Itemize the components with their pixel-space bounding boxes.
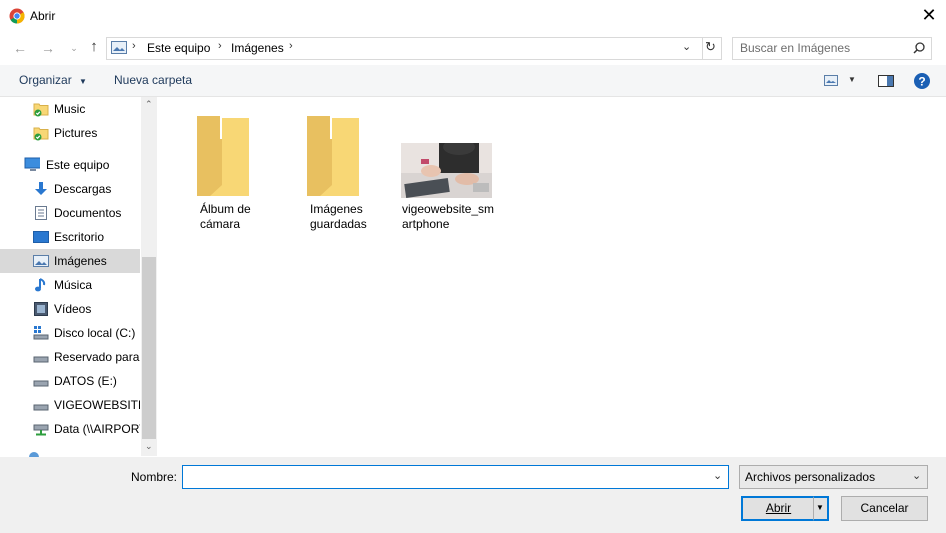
sidebar-item-documentos[interactable]: Documentos: [0, 201, 140, 225]
sidebar-item-label: Escritorio: [54, 230, 105, 244]
chevron-down-icon: ⌄: [912, 470, 922, 482]
cancel-button-label: Cancelar: [860, 501, 909, 515]
caret-down-icon: ▼: [79, 77, 87, 86]
scroll-up-icon[interactable]: ⌃: [145, 99, 153, 110]
sidebar-item-music[interactable]: Music: [0, 97, 140, 121]
file-type-select[interactable]: Archivos personalizados ⌄: [739, 465, 928, 489]
sidebar-item-label: DATOS (E:): [54, 374, 117, 388]
title-bar: Abrir ✕: [0, 0, 946, 32]
file-item-imagenes-guardadas[interactable]: Imágenes guardadas: [300, 110, 380, 238]
folder-synced-icon: [33, 127, 49, 141]
file-item-vigeowebsite-smartphone[interactable]: vigeowebsite_sm artphone: [398, 140, 498, 238]
pictures-location-icon: [111, 41, 127, 54]
divider: [702, 38, 703, 59]
recent-locations-icon[interactable]: ⌄: [66, 40, 82, 56]
sidebar-item-data-airport[interactable]: Data (\\AIRPORT): [0, 417, 140, 441]
sidebar-item-label: Descargas: [54, 182, 112, 196]
sidebar-item-disco-local[interactable]: Disco local (C:): [0, 321, 140, 345]
command-bar: Organizar ▼ Nueva carpeta ▼ ?: [0, 65, 946, 97]
window-title: Abrir: [30, 9, 56, 23]
sidebar-item-label: Pictures: [54, 126, 98, 140]
filename-input[interactable]: ⌄: [182, 465, 729, 489]
sidebar-item-label: Vídeos: [54, 302, 92, 316]
scroll-down-icon[interactable]: ⌄: [145, 441, 153, 452]
download-icon: [35, 182, 47, 195]
help-icon[interactable]: ?: [914, 73, 930, 89]
refresh-icon[interactable]: ↻: [705, 39, 716, 55]
sidebar-item-musica[interactable]: Música: [0, 273, 140, 297]
sidebar-item-videos[interactable]: Vídeos: [0, 297, 140, 321]
organize-button[interactable]: Organizar ▼: [19, 73, 87, 87]
back-icon[interactable]: ←: [12, 40, 28, 56]
breadcrumb-separator: ›: [132, 40, 136, 52]
chevron-down-icon[interactable]: ⌄: [713, 469, 722, 482]
sidebar-item-pictures[interactable]: Pictures: [0, 121, 140, 145]
sidebar-item-label: Disco local (C:): [54, 326, 136, 340]
sidebar-item-label: Música: [54, 278, 93, 292]
sidebar-item-reservado[interactable]: Reservado para el sistema: [0, 345, 140, 369]
close-button[interactable]: ✕: [918, 4, 940, 26]
search-placeholder: Buscar en Imágenes: [740, 41, 851, 55]
drive-icon: [33, 356, 49, 363]
sidebar-item-label: VIGEOWEBSITE (F:): [54, 398, 140, 412]
search-box[interactable]: Buscar en Imágenes: [732, 37, 932, 60]
usb-drive-icon: [33, 404, 49, 411]
file-name: Álbum de cámara: [200, 202, 251, 231]
pictures-icon: [33, 255, 49, 267]
preview-pane-icon[interactable]: [878, 75, 894, 87]
view-options-icon[interactable]: [824, 75, 838, 86]
open-split-button[interactable]: ▼: [813, 496, 829, 521]
folder-icon: [197, 116, 249, 196]
windows-drive-icon: [33, 326, 49, 340]
file-name: Imágenes guardadas: [310, 202, 367, 231]
file-type-value: Archivos personalizados: [745, 470, 876, 484]
sidebar-item-descargas[interactable]: Descargas: [0, 177, 140, 201]
videos-icon: [34, 302, 48, 316]
sidebar-item-label: Este equipo: [46, 158, 110, 172]
drive-icon: [33, 380, 49, 387]
chrome-icon: [9, 8, 25, 24]
sidebar-item-imagenes[interactable]: Imágenes: [0, 249, 140, 273]
open-button[interactable]: Abrir: [741, 496, 816, 521]
view-menu-caret-icon[interactable]: ▼: [848, 75, 856, 84]
breadcrumb-imagenes[interactable]: Imágenes: [231, 41, 284, 55]
file-name: vigeowebsite_sm artphone: [402, 202, 495, 231]
filename-label: Nombre:: [131, 470, 178, 484]
folder-synced-icon: [33, 103, 49, 117]
computer-icon: [24, 157, 40, 171]
breadcrumb-separator: ›: [218, 40, 222, 52]
svg-text:?: ?: [918, 75, 925, 89]
image-thumbnail: [401, 143, 492, 198]
music-icon: [35, 278, 46, 292]
organize-label: Organizar: [19, 73, 72, 87]
sidebar-item-escritorio[interactable]: Escritorio: [0, 225, 140, 249]
up-icon[interactable]: ↑: [86, 39, 102, 55]
sidebar-item-label: Documentos: [54, 206, 122, 220]
sidebar-item-vigeowebsite[interactable]: VIGEOWEBSITE (F:): [0, 393, 140, 417]
new-folder-button[interactable]: Nueva carpeta: [114, 73, 192, 87]
folder-icon: [307, 116, 359, 196]
sidebar-item-label: Reservado para el sistema: [54, 350, 140, 364]
chevron-down-icon[interactable]: ⌄: [682, 40, 691, 53]
file-list-area: [158, 97, 946, 456]
address-bar[interactable]: › Este equipo › Imágenes › ⌄ ↻: [106, 37, 722, 60]
open-button-label: Abrir: [765, 501, 792, 515]
sidebar-item-label: Music: [54, 102, 86, 116]
sidebar-item-label: Data (\\AIRPORT): [54, 422, 140, 436]
sidebar-item-datos[interactable]: DATOS (E:): [0, 369, 140, 393]
search-icon[interactable]: [913, 42, 925, 54]
breadcrumb-separator: ›: [289, 40, 293, 52]
file-item-album-camara[interactable]: Álbum de cámara: [190, 110, 270, 238]
network-drive-icon: [33, 424, 49, 436]
caret-down-icon: ▼: [816, 503, 824, 512]
cancel-button[interactable]: Cancelar: [841, 496, 928, 521]
scrollbar-thumb[interactable]: [142, 257, 156, 439]
sidebar-item-label: Imágenes: [54, 254, 107, 268]
forward-icon[interactable]: →: [40, 40, 56, 56]
sidebar-item-este-equipo[interactable]: Este equipo: [0, 153, 140, 177]
desktop-icon: [33, 231, 49, 243]
documents-icon: [35, 206, 47, 220]
breadcrumb-este-equipo[interactable]: Este equipo: [147, 41, 210, 55]
